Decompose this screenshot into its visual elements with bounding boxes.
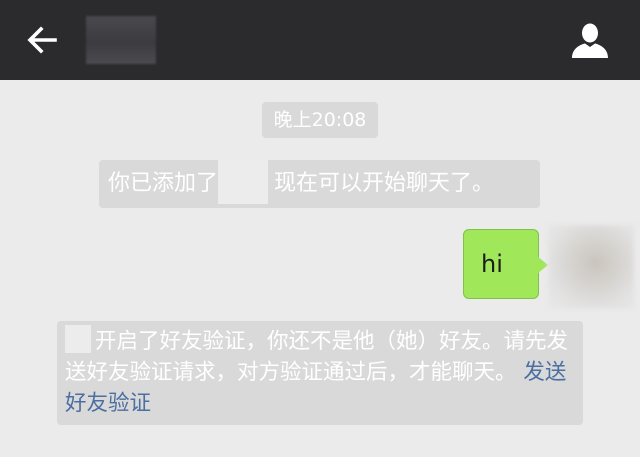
- redacted-name: [218, 160, 269, 204]
- bubble-tail: [537, 256, 548, 274]
- verification-notice: 开启了好友验证，你还不是他（她）好友。请先发送好友验证请求，对方验证通过后，才能…: [57, 321, 583, 425]
- chat-title-redacted: [86, 16, 156, 64]
- back-arrow-icon: [27, 26, 57, 54]
- profile-button[interactable]: [568, 18, 612, 62]
- avatar[interactable]: [548, 225, 634, 309]
- back-button[interactable]: [22, 20, 62, 60]
- friend-added-notice: 你已添加了 现在可以开始聊天了。: [99, 160, 540, 208]
- verification-notice-text: 开启了好友验证，你还不是他（她）好友。请先发送好友验证请求，对方验证通过后，才能…: [65, 329, 569, 385]
- added-notice-suffix: 现在可以开始聊天了。: [274, 171, 495, 196]
- top-bar: [0, 0, 640, 80]
- message-bubble-me[interactable]: hi: [463, 229, 539, 299]
- redacted-name: [65, 325, 91, 353]
- timestamp-label: 晚上20:08: [262, 102, 378, 138]
- person-icon: [572, 23, 608, 58]
- added-notice-prefix: 你已添加了: [108, 171, 219, 196]
